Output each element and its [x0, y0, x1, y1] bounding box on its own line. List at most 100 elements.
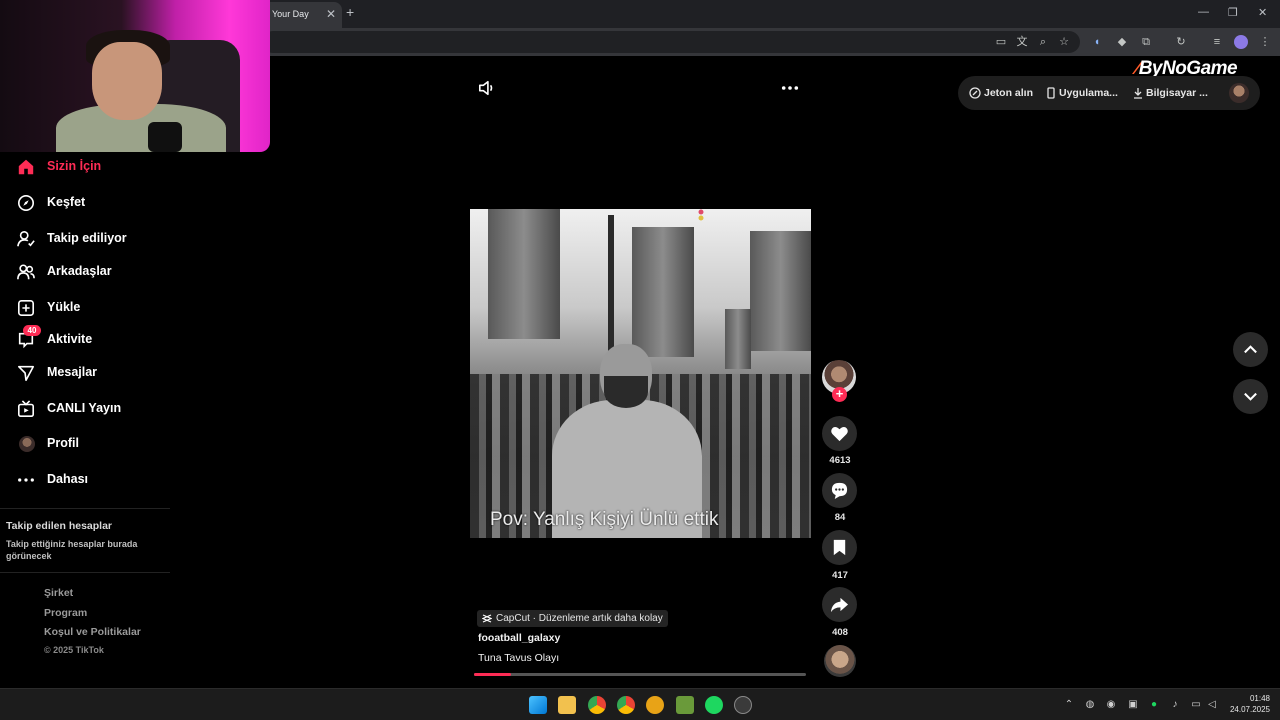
sidebar-item-label: Arkadaşlar [47, 264, 112, 278]
video-building [750, 231, 811, 351]
like-button[interactable] [822, 416, 857, 451]
sidebar-item-explore[interactable]: Keşfet [0, 188, 200, 218]
save-button[interactable] [822, 530, 857, 565]
video-more-options-icon[interactable] [780, 79, 800, 97]
sidebar-item-messages[interactable]: Mesajlar [0, 358, 200, 388]
coin-app-icon[interactable] [646, 696, 664, 714]
following-accounts-hint: Takip ettiğiniz hesaplar burada görünece… [6, 539, 138, 561]
sidebar-item-activity[interactable]: 40 Aktivite [0, 325, 200, 355]
webcam-overlay [0, 0, 270, 152]
extensions-puzzle-icon[interactable]: ⧉ [1139, 35, 1153, 49]
following-icon [17, 230, 35, 247]
capcut-chip[interactable]: CapCut · Düzenleme artık daha kolay [477, 610, 668, 627]
close-window-button[interactable]: ✕ [1258, 6, 1267, 19]
footer-link-company[interactable]: Şirket [44, 587, 73, 599]
bookmark-star-icon[interactable]: ☆ [1057, 35, 1071, 49]
minecraft-icon[interactable] [676, 696, 694, 714]
share-button[interactable] [822, 587, 857, 622]
sidebar-item-label: Dahası [47, 472, 88, 486]
next-video-button[interactable] [1233, 379, 1268, 414]
comment-button[interactable] [822, 473, 857, 508]
webcam-face [92, 42, 162, 120]
activity-badge: 40 [23, 325, 41, 336]
sidebar-item-live[interactable]: CANLI Yayın [0, 394, 200, 424]
chevron-up-icon [1244, 345, 1257, 354]
reading-list-icon[interactable]: ≡ [1210, 35, 1224, 49]
heart-icon [831, 427, 848, 442]
video-author[interactable]: fooatball_galaxy [478, 632, 560, 644]
previous-video-button[interactable] [1233, 332, 1268, 367]
zoom-icon[interactable]: ⌕ [1036, 35, 1050, 49]
taskbar-clock-time[interactable]: 01:48 [1230, 694, 1270, 703]
desktop-app-button[interactable]: Bilgisayar ... [1146, 87, 1208, 99]
share-icon [830, 597, 849, 613]
chrome-icon[interactable] [588, 696, 606, 714]
tray-chevron-up-icon[interactable]: ⌃ [1063, 699, 1075, 711]
video-building [632, 227, 694, 357]
footer-link-program[interactable]: Program [44, 607, 87, 619]
video-building [488, 209, 560, 339]
minimize-button[interactable]: — [1198, 6, 1209, 18]
sidebar-item-label: Aktivite [47, 332, 93, 346]
sidebar-item-label: Keşfet [47, 195, 86, 209]
chrome-secondary-icon[interactable] [617, 696, 635, 714]
extension-diamond-icon[interactable]: ◆ [1115, 35, 1129, 49]
tray-discord-icon[interactable]: ◉ [1105, 699, 1117, 711]
spotify-icon[interactable] [705, 696, 723, 714]
new-tab-button[interactable]: + [346, 4, 354, 20]
like-count: 4613 [829, 455, 851, 466]
install-app-icon[interactable]: ▭ [994, 35, 1008, 49]
chevron-down-icon [1244, 392, 1257, 401]
tray-nvidia-icon[interactable]: ▣ [1127, 699, 1139, 711]
sidebar-divider [0, 508, 170, 509]
file-explorer-icon[interactable] [558, 696, 576, 714]
music-disc-avatar[interactable] [824, 645, 856, 677]
get-coins-button[interactable]: Jeton alın [984, 87, 1033, 99]
sidebar-item-label: CANLI Yayın [47, 401, 122, 415]
sidebar-item-label: Takip ediliyor [47, 231, 127, 245]
follow-button[interactable]: + [832, 387, 847, 402]
video-progress-bar[interactable] [474, 673, 806, 676]
browser-menu-icon[interactable]: ⋮ [1258, 35, 1272, 49]
maximize-button[interactable]: ❐ [1228, 6, 1238, 19]
home-icon [18, 159, 34, 175]
obs-icon[interactable] [734, 696, 752, 714]
translate-icon[interactable]: 文 [1015, 35, 1029, 49]
copyright-text: © 2025 TikTok [44, 645, 104, 655]
live-icon [17, 400, 35, 418]
sidebar-item-label: Profil [47, 436, 79, 450]
tab-close-icon[interactable]: ✕ [326, 7, 336, 21]
sidebar-item-following[interactable]: Takip ediliyor [0, 224, 200, 254]
sidebar-item-label: Mesajlar [47, 365, 98, 379]
sidebar-item-profile[interactable]: Profil [0, 429, 200, 459]
sidebar-divider [0, 572, 170, 573]
header-actions: Jeton alın Uygulama... Bilgisayar ... [958, 76, 1260, 110]
tray-spotify-icon[interactable]: ● [1148, 699, 1160, 711]
tray-app-icon[interactable]: ◍ [1084, 699, 1096, 711]
tray-display-icon[interactable]: ▭ [1190, 699, 1202, 711]
video-description: Tuna Tavus Olayı [478, 652, 560, 664]
footer-link-terms[interactable]: Koşul ve Politikalar [44, 626, 141, 638]
browser-tab[interactable]: Your Day ✕ [262, 2, 342, 28]
tray-volume-icon[interactable]: ◁ [1206, 699, 1218, 711]
media-control-icon[interactable]: ↻ [1174, 35, 1188, 49]
user-avatar[interactable] [1229, 83, 1249, 103]
video-player[interactable]: Pov: Yanlış Kişiyi Ünlü ettik [470, 209, 811, 538]
sidebar-item-friends[interactable]: Arkadaşlar [0, 257, 200, 287]
upload-icon [17, 299, 35, 317]
volume-icon[interactable] [478, 79, 496, 97]
sidebar-item-for-you[interactable]: Sizin İçin [0, 152, 200, 182]
browser-profile-avatar[interactable] [1234, 35, 1248, 49]
address-bar[interactable] [262, 31, 1080, 53]
get-app-button[interactable]: Uygulama... [1059, 87, 1118, 99]
compass-icon [17, 194, 35, 212]
taskbar-clock-date[interactable]: 24.07.2025 [1220, 705, 1270, 714]
comment-icon [831, 482, 848, 500]
tray-mic-icon[interactable]: ♪ [1169, 699, 1181, 711]
extension-audio-icon[interactable]: ◖ [1090, 35, 1104, 49]
sidebar-item-upload[interactable]: Yükle [0, 293, 200, 323]
bookmark-icon [833, 539, 846, 556]
sidebar-item-more[interactable]: Dahası [0, 465, 200, 495]
video-progress-fill [474, 673, 511, 676]
start-icon[interactable] [529, 696, 547, 714]
